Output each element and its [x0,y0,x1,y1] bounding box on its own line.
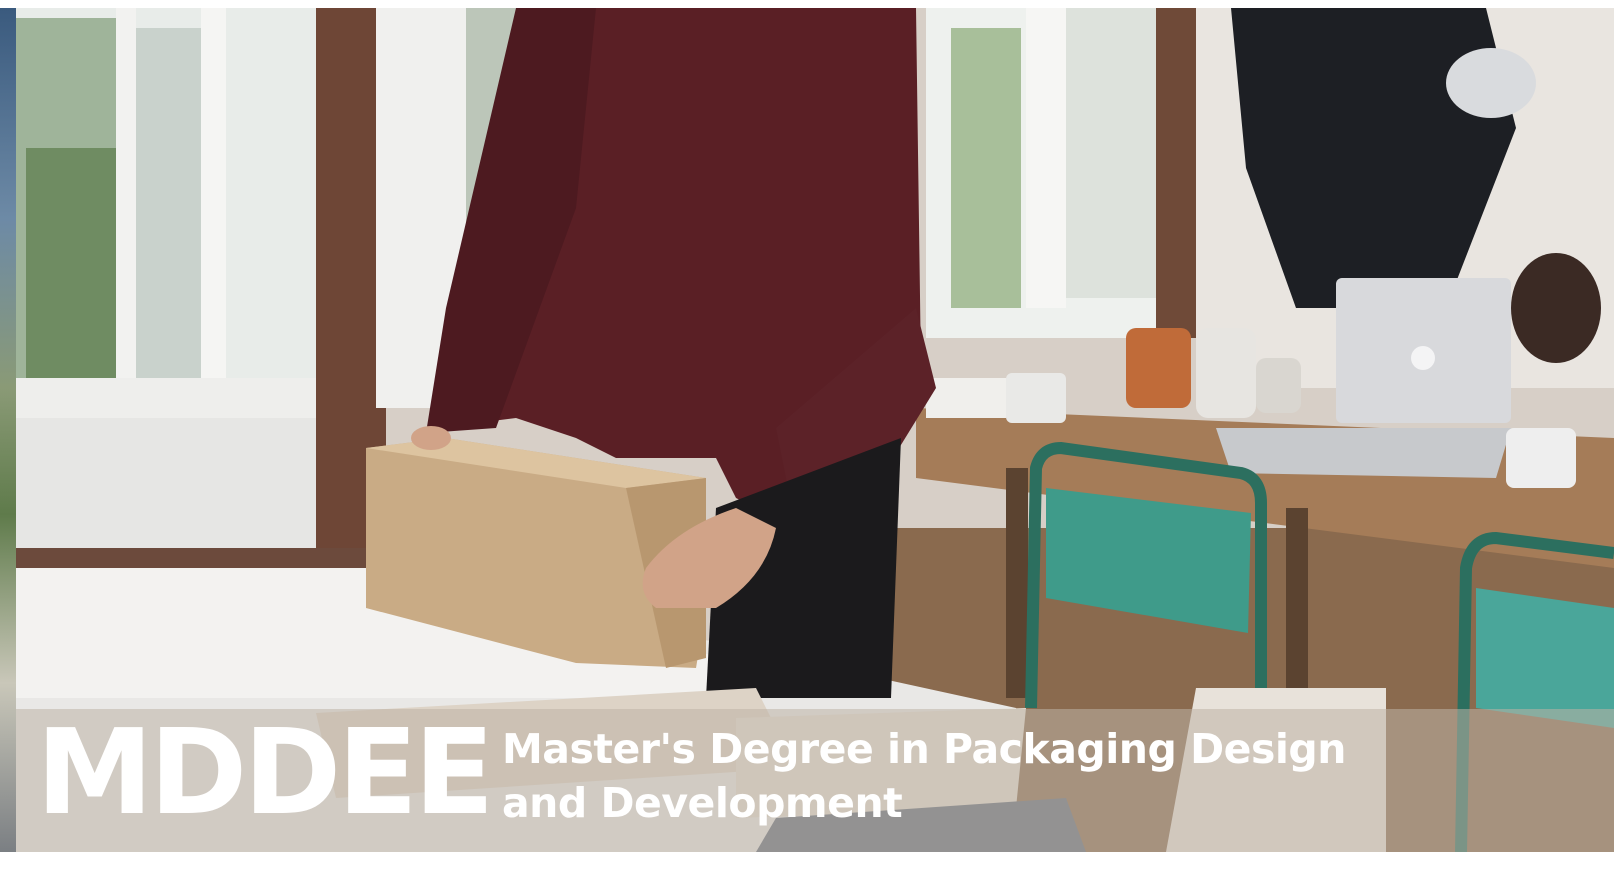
brand-logo-text: MDDEE [36,703,495,841]
left-image-strip [0,8,16,852]
program-tagline: Master's Degree in Packaging Design and … [502,722,1346,830]
tagline-line-1: Master's Degree in Packaging Design [502,725,1346,773]
tagline-line-2: and Development [502,779,903,827]
